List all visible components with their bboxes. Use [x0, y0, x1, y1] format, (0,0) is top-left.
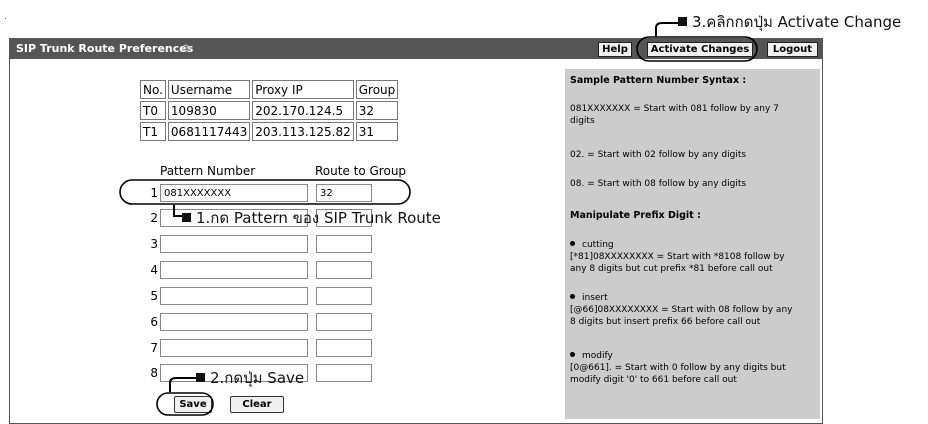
pattern-row-highlight — [119, 179, 411, 205]
step3-connector — [655, 22, 680, 37]
activate-highlight — [636, 36, 758, 62]
save-highlight — [156, 392, 214, 416]
step1-text: 1.กด Pattern ของ SIP Trunk Route — [196, 209, 441, 227]
square-bullet-icon — [196, 373, 205, 382]
step3-callout: 3.คลิกกดปุ่ม Activate Change — [678, 13, 901, 31]
annotation-overlay — [119, 22, 758, 416]
step2-text: 2.กดปุ่ม Save — [210, 369, 305, 387]
step1-callout: 1.กด Pattern ของ SIP Trunk Route — [182, 209, 441, 227]
square-bullet-icon — [182, 213, 191, 222]
step3-text: 3.คลิกกดปุ่ม Activate Change — [692, 13, 902, 31]
step2-connector — [169, 377, 196, 392]
step2-callout: 2.กดปุ่ม Save — [196, 369, 304, 387]
square-bullet-icon — [678, 17, 687, 26]
